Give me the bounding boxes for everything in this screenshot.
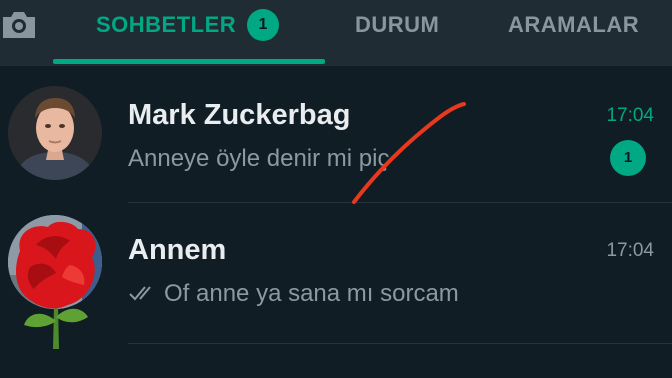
chat-divider xyxy=(128,343,672,344)
camera-icon[interactable] xyxy=(0,6,38,42)
tab-status[interactable]: DURUM xyxy=(355,10,439,40)
tab-calls[interactable]: ARAMALAR xyxy=(508,10,639,40)
chat-name: Mark Zuckerbag xyxy=(128,99,351,131)
active-tab-indicator xyxy=(53,59,325,64)
chat-time: 17:04 xyxy=(606,240,654,261)
chat-preview: Anneye öyle denir mi piç xyxy=(128,145,390,172)
double-check-icon xyxy=(128,280,158,310)
chat-time: 17:04 xyxy=(606,105,654,126)
chat-preview: Of anne ya sana mı sorcam xyxy=(128,279,459,310)
chat-row-mark[interactable]: Mark Zuckerbag Anneye öyle denir mi piç … xyxy=(0,66,672,203)
tab-unread-badge: 1 xyxy=(247,9,279,41)
avatar[interactable] xyxy=(8,86,102,180)
tab-bar: SOHBETLER 1 DURUM ARAMALAR xyxy=(0,0,672,66)
chat-row-annem[interactable]: Annem Of anne ya sana mı sorcam 17:04 xyxy=(0,203,672,353)
chat-preview-text: Of anne ya sana mı sorcam xyxy=(164,280,459,307)
tab-chats[interactable]: SOHBETLER xyxy=(96,10,236,40)
rose-icon xyxy=(8,221,104,353)
unread-count-badge: 1 xyxy=(610,140,646,176)
chat-name: Annem xyxy=(128,234,227,266)
